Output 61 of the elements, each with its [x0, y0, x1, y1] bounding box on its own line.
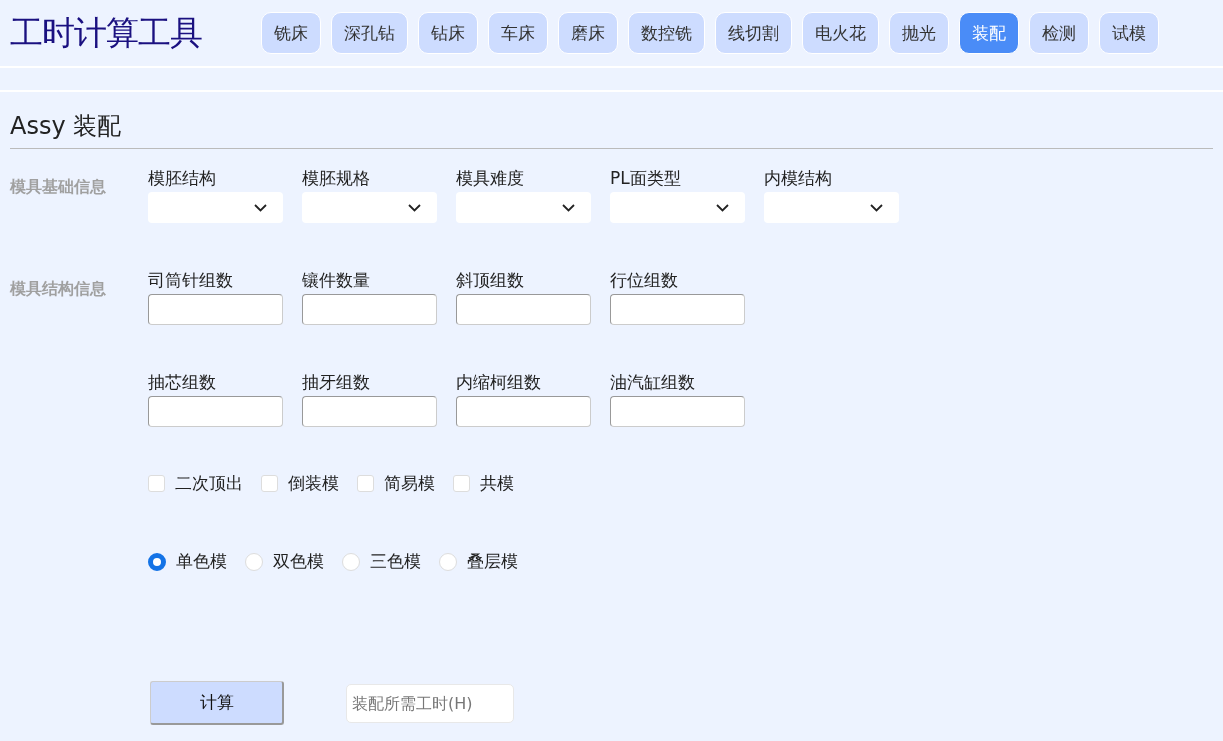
field-label: 抽芯组数 [148, 372, 216, 394]
radio-label: 双色模 [273, 550, 324, 573]
app-title: 工时计算工具 [10, 11, 203, 54]
dropdown[interactable] [148, 192, 283, 223]
tab[interactable]: 检测 [1029, 12, 1089, 54]
result-field[interactable]: 装配所需工时(H) [346, 683, 514, 723]
dropdown[interactable] [764, 192, 899, 223]
field-label: 内模结构 [764, 168, 832, 190]
field-label: 抽牙组数 [302, 372, 370, 394]
tab[interactable]: 试模 [1099, 12, 1159, 54]
tab[interactable]: 磨床 [558, 12, 618, 54]
chevron-down-icon [870, 203, 883, 212]
checkbox-label: 共模 [480, 472, 514, 495]
checkbox-label: 简易模 [384, 472, 435, 495]
field-label: 司筒针组数 [148, 270, 233, 292]
field-label: 镶件数量 [302, 270, 370, 292]
radio-label: 单色模 [176, 550, 227, 573]
tab[interactable]: 抛光 [889, 12, 949, 54]
input-field[interactable] [148, 396, 283, 427]
tab[interactable]: 电火花 [802, 12, 879, 54]
radio-label: 叠层模 [467, 550, 518, 573]
field-label: PL面类型 [610, 168, 681, 190]
calculate-button[interactable]: 计算 [150, 681, 284, 725]
tab[interactable]: 铣床 [261, 12, 321, 54]
field-label: 模胚结构 [148, 168, 216, 190]
chevron-down-icon [408, 203, 421, 212]
input-field[interactable] [456, 294, 591, 325]
chevron-down-icon [716, 203, 729, 212]
section-title: Assy 装配 [10, 92, 1213, 149]
checkbox-label: 二次顶出 [175, 472, 243, 495]
field-label: 模胚规格 [302, 168, 370, 190]
radio-label: 三色模 [370, 550, 421, 573]
field-label: 内缩柯组数 [456, 372, 541, 394]
checkbox-label: 倒装模 [288, 472, 339, 495]
input-field[interactable] [148, 294, 283, 325]
field-label: 模具难度 [456, 168, 524, 190]
tab[interactable]: 数控铣 [628, 12, 705, 54]
dropdown[interactable] [302, 192, 437, 223]
tab[interactable]: 车床 [488, 12, 548, 54]
group-heading: 模具结构信息 [10, 278, 107, 300]
tab[interactable]: 钻床 [418, 12, 478, 54]
radio-button[interactable] [148, 552, 166, 571]
chevron-down-icon [254, 203, 267, 212]
input-field[interactable] [302, 396, 437, 427]
dropdown[interactable] [456, 192, 591, 223]
tab[interactable]: 深孔钻 [331, 12, 408, 54]
input-field[interactable] [610, 396, 745, 427]
checkbox[interactable] [261, 475, 278, 492]
dropdown[interactable] [610, 192, 745, 223]
input-field[interactable] [302, 294, 437, 325]
group-heading: 模具基础信息 [10, 176, 107, 198]
field-label: 斜顶组数 [456, 270, 524, 292]
tab[interactable]: 线切割 [715, 12, 792, 54]
checkbox[interactable] [357, 475, 374, 492]
input-field[interactable] [456, 396, 591, 427]
field-label: 油汽缸组数 [610, 372, 695, 394]
input-field[interactable] [610, 294, 745, 325]
chevron-down-icon [562, 203, 575, 212]
checkbox[interactable] [453, 475, 470, 492]
field-label: 行位组数 [610, 270, 678, 292]
checkbox[interactable] [148, 475, 165, 492]
